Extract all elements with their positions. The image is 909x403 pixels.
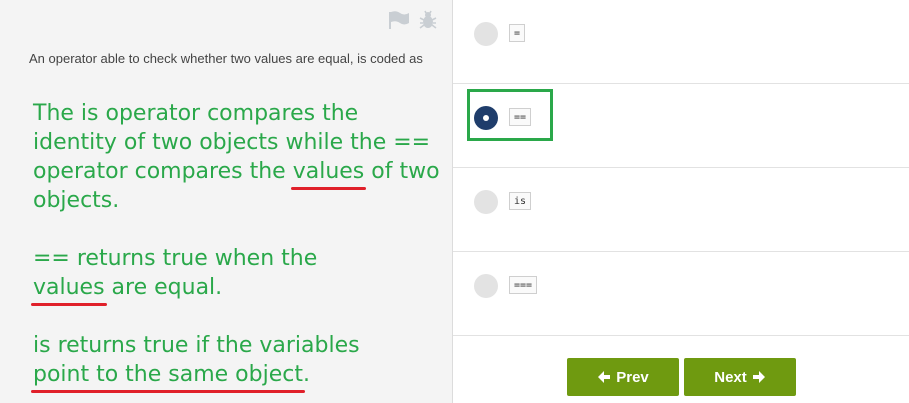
- radio-button[interactable]: [474, 190, 498, 214]
- note-paragraph-1: The is operator compares the identity of…: [33, 99, 443, 215]
- next-label: Next: [714, 368, 747, 386]
- underlined-text: values: [31, 275, 107, 306]
- flag-icon[interactable]: [388, 10, 410, 30]
- prev-label: Prev: [616, 368, 649, 386]
- note-text: are equal.: [104, 275, 223, 300]
- answer-code: ===: [509, 276, 538, 294]
- underlined-text: point to the same object: [31, 362, 305, 393]
- annotation-notes: The is operator compares the identity of…: [31, 99, 443, 393]
- arrow-right-icon: [752, 371, 765, 383]
- underlined-text: values: [290, 159, 366, 190]
- answer-code: is: [509, 192, 532, 210]
- answer-option[interactable]: ===: [453, 252, 909, 336]
- answers-panel: = == is ===: [453, 0, 909, 403]
- correct-answer-highlight: [467, 89, 553, 141]
- arrow-left-icon: [598, 371, 611, 383]
- answer-code: =: [509, 24, 526, 42]
- note-text: .: [302, 362, 310, 387]
- prev-button[interactable]: Prev: [567, 358, 679, 396]
- answer-option[interactable]: =: [453, 0, 909, 84]
- question-toolbar: [388, 10, 438, 30]
- question-text: An operator able to check whether two va…: [29, 51, 423, 66]
- note-paragraph-3: is returns true if the variables point t…: [31, 331, 443, 393]
- note-paragraph-2: == returns true when the values are equa…: [31, 244, 443, 306]
- answer-option[interactable]: is: [453, 168, 909, 252]
- radio-button[interactable]: [474, 274, 498, 298]
- note-text: == returns true when the: [33, 246, 318, 271]
- bug-icon[interactable]: [418, 10, 438, 30]
- radio-button[interactable]: [474, 22, 498, 46]
- next-button[interactable]: Next: [684, 358, 796, 396]
- question-panel: An operator able to check whether two va…: [0, 0, 453, 403]
- note-text: is returns true if the variables: [33, 333, 360, 358]
